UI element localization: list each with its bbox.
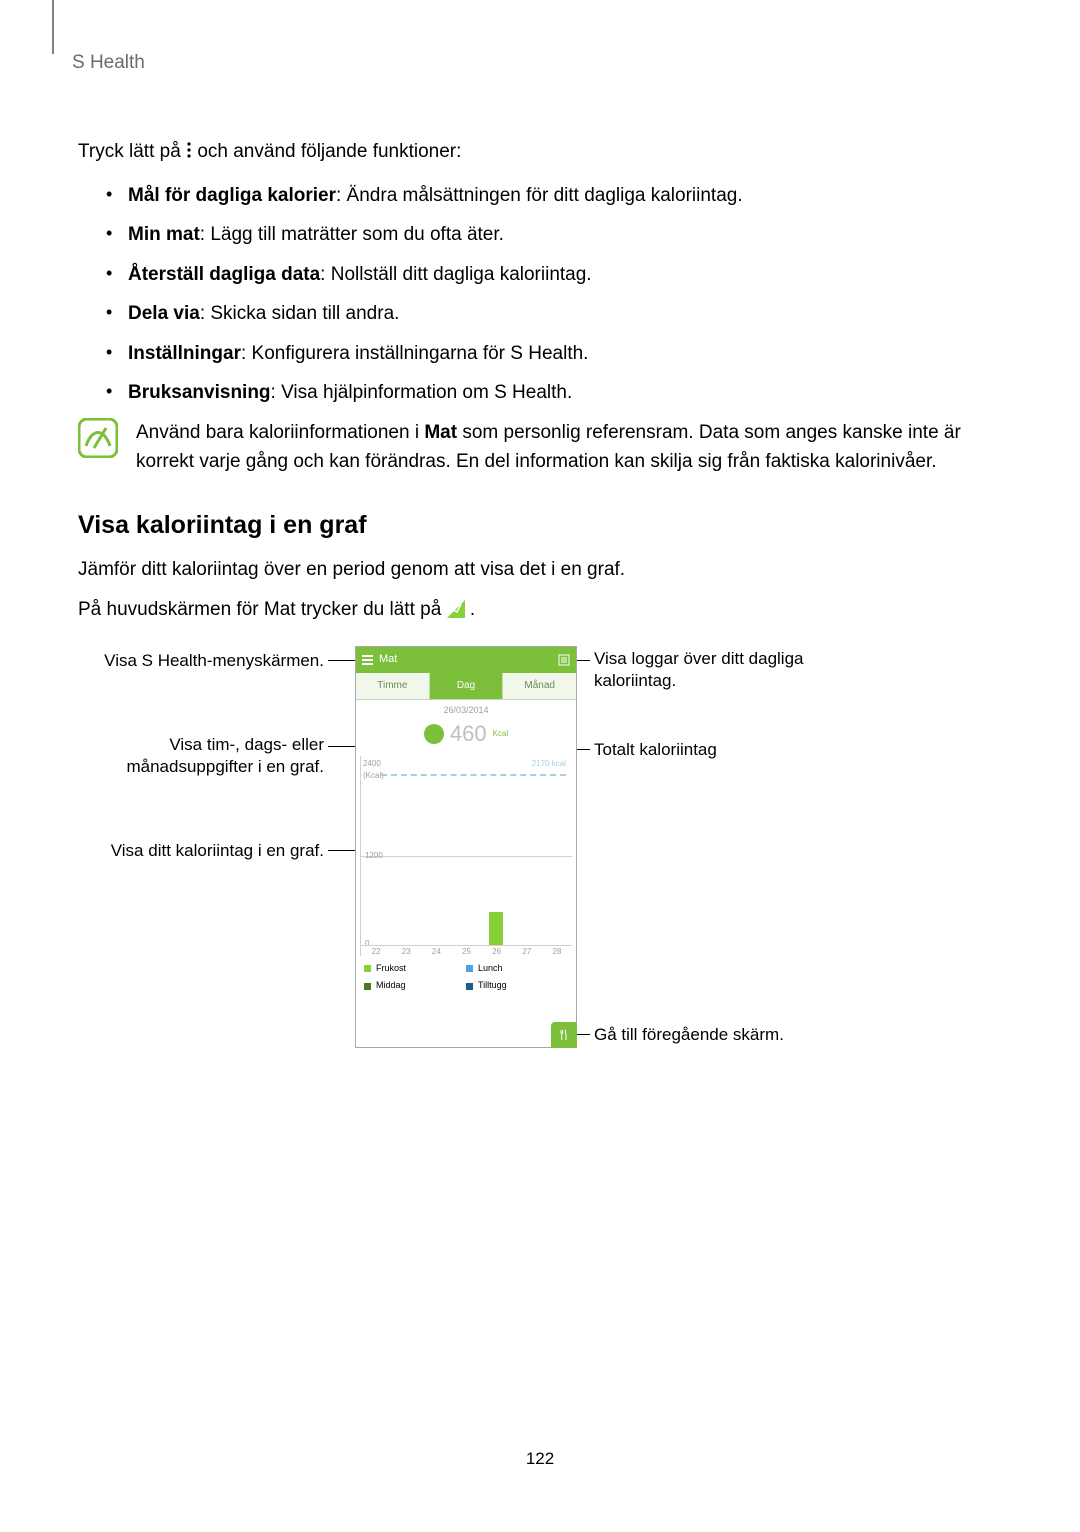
intro-text: Tryck lätt på och använd följande funkti… — [78, 137, 1002, 166]
note-text: Använd bara kaloriinformationen i Mat so… — [136, 418, 1002, 477]
list-item: Bruksanvisning: Visa hjälpinformation om… — [106, 378, 1002, 407]
date-label: 26/03/2014 — [356, 700, 576, 718]
callout-log-l1: Visa loggar över ditt dagliga — [594, 649, 804, 668]
swatch-icon — [466, 965, 473, 972]
callout-total: Totalt kaloriintag — [594, 739, 854, 761]
x-tick: 28 — [552, 946, 561, 956]
bar-day-26 — [489, 912, 503, 946]
chart-legend: Frukost Lunch Middag Tilltugg — [356, 956, 576, 998]
leader-line — [328, 660, 358, 661]
intake-dot-icon — [424, 724, 444, 744]
swatch-icon — [466, 983, 473, 990]
item-title: Återställ dagliga data — [128, 264, 320, 285]
phone-screenshot: Mat Timme Dag Månad 26/03/2014 460 Kcal — [355, 646, 577, 1048]
section-heading: Visa kaloriintag i en graf — [78, 506, 1002, 545]
hamburger-icon[interactable] — [362, 655, 373, 665]
annotated-screenshot: Visa S Health-menyskärmen. Visa tim-, da… — [78, 646, 998, 1086]
x-tick: 23 — [402, 946, 411, 956]
list-item: Dela via: Skicka sidan till andra. — [106, 299, 1002, 328]
p2-post: . — [470, 599, 475, 620]
note-icon — [78, 418, 118, 477]
gridline — [361, 856, 572, 857]
swatch-icon — [364, 983, 371, 990]
tab-hour[interactable]: Timme — [356, 673, 430, 700]
y-mid: 1200 — [365, 849, 383, 861]
item-desc: : Konfigurera inställningarna för S Heal… — [241, 343, 588, 364]
intro-pre: Tryck lätt på — [78, 141, 186, 162]
item-desc: : Skicka sidan till andra. — [200, 303, 400, 324]
item-desc: : Visa hjälpinformation om S Health. — [271, 382, 573, 403]
header-divider — [52, 0, 54, 54]
callout-period-l2: månadsuppgifter i en graf. — [126, 757, 324, 776]
x-tick: 27 — [522, 946, 531, 956]
tab-day[interactable]: Dag — [430, 673, 504, 700]
x-tick: 22 — [372, 946, 381, 956]
callout-graph: Visa ditt kaloriintag i en graf. — [78, 840, 324, 862]
unit-label: Kcal — [493, 728, 509, 740]
callout-back: Gå till föregående skärm. — [594, 1024, 854, 1046]
item-title: Inställningar — [128, 343, 241, 364]
callout-log-l2: kaloriintag. — [594, 671, 676, 690]
note-callout: Använd bara kaloriinformationen i Mat so… — [78, 418, 1002, 477]
list-item: Mål för dagliga kalorier: Ändra målsättn… — [106, 181, 1002, 210]
back-fab[interactable] — [551, 1022, 577, 1048]
body-paragraph-1: Jämför ditt kaloriintag över en period g… — [78, 555, 1002, 584]
x-axis: 22 23 24 25 26 27 28 — [361, 945, 572, 956]
legend-label: Frukost — [376, 962, 406, 976]
x-tick: 26 — [492, 946, 501, 956]
item-title: Dela via — [128, 303, 200, 324]
body-paragraph-2: På huvudskärmen för Mat trycker du lätt … — [78, 595, 1002, 624]
app-name: S Health — [72, 48, 1002, 77]
total-row: 460 Kcal — [356, 717, 576, 755]
p2-pre: På huvudskärmen för Mat trycker du lätt … — [78, 599, 447, 620]
x-tick: 25 — [462, 946, 471, 956]
intro-post: och använd följande funktioner: — [197, 141, 461, 162]
page-number: 122 — [78, 1446, 1002, 1472]
legend-label: Tilltugg — [478, 979, 507, 993]
goal-label: 2170 kcal — [532, 758, 566, 783]
item-title: Min mat — [128, 224, 200, 245]
app-header: Mat — [356, 647, 576, 673]
list-item: Inställningar: Konfigurera inställningar… — [106, 339, 1002, 368]
legend-label: Middag — [376, 979, 406, 993]
leader-line — [576, 1034, 590, 1035]
item-desc: : Ändra målsättningen för ditt dagliga k… — [336, 185, 743, 206]
function-list: Mål för dagliga kalorier: Ändra målsättn… — [78, 181, 1002, 408]
period-tabs: Timme Dag Månad — [356, 673, 576, 700]
more-icon — [186, 141, 192, 159]
item-title: Mål för dagliga kalorier — [128, 185, 336, 206]
callout-period: Visa tim-, dags- eller månadsuppgifter i… — [78, 734, 324, 778]
callout-period-l1: Visa tim-, dags- eller — [169, 735, 324, 754]
manual-page: S Health Tryck lätt på och använd följan… — [0, 0, 1080, 1532]
app-header-title: Mat — [379, 651, 397, 668]
callout-log: Visa loggar över ditt dagliga kaloriinta… — [594, 648, 854, 692]
item-desc: : Nollställ ditt dagliga kaloriintag. — [320, 264, 591, 285]
list-item: Återställ dagliga data: Nollställ ditt d… — [106, 260, 1002, 289]
item-desc: : Lägg till maträtter som du ofta äter. — [200, 224, 504, 245]
legend-item: Lunch — [466, 962, 568, 976]
tab-month[interactable]: Månad — [503, 673, 576, 700]
utensils-icon — [557, 1028, 571, 1042]
legend-item: Middag — [364, 979, 466, 993]
note-pre: Använd bara kaloriinformationen i — [136, 422, 424, 443]
list-item: Min mat: Lägg till maträtter som du ofta… — [106, 220, 1002, 249]
y-top: 2400 — [363, 759, 381, 768]
total-value: 460 — [450, 717, 487, 751]
goal-line — [381, 774, 566, 776]
swatch-icon — [364, 965, 371, 972]
callout-menu: Visa S Health-menyskärmen. — [78, 650, 324, 672]
chart-icon — [447, 599, 470, 620]
legend-item: Tilltugg — [466, 979, 568, 993]
item-title: Bruksanvisning — [128, 382, 271, 403]
note-bold: Mat — [424, 422, 457, 443]
x-tick: 24 — [432, 946, 441, 956]
calorie-chart: 2400 (Kcal) 2170 kcal 1200 0 22 23 24 25… — [360, 756, 572, 956]
log-icon[interactable] — [558, 654, 570, 666]
legend-item: Frukost — [364, 962, 466, 976]
legend-label: Lunch — [478, 962, 503, 976]
